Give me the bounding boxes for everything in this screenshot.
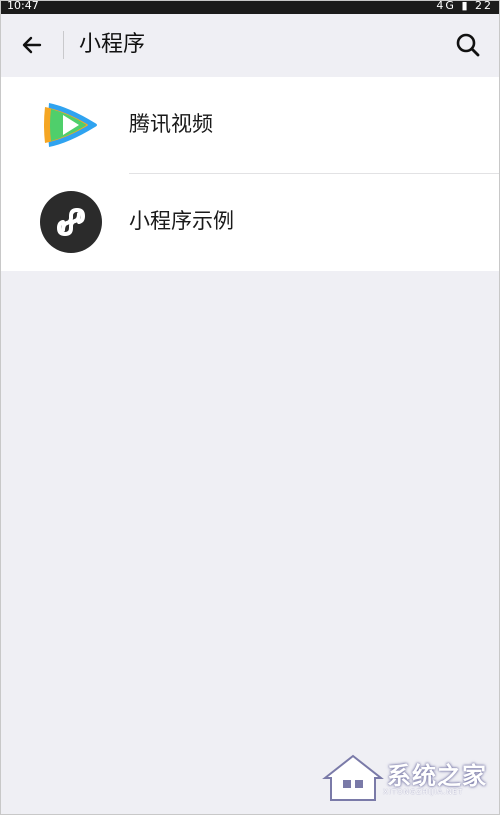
- watermark-text: 系统之家: [387, 762, 487, 790]
- mini-program-logo-icon: [40, 191, 102, 253]
- page-title: 小程序: [79, 32, 146, 57]
- mini-program-list: 腾讯视频 小程序示例: [1, 77, 499, 271]
- navigation-bar: 小程序: [1, 14, 499, 76]
- list-item-label: 腾讯视频: [129, 112, 213, 136]
- status-time: 10:47: [7, 0, 39, 12]
- tencent-video-logo-icon: [44, 103, 97, 147]
- search-icon: [456, 33, 480, 57]
- list-item-label: 小程序示例: [129, 209, 234, 233]
- status-indicators: 4G ▮ 22: [436, 0, 493, 12]
- list-item-tencent-video[interactable]: 腾讯视频: [1, 77, 499, 174]
- back-arrow-icon: [22, 36, 42, 54]
- watermark-subtext: XITONGZHIJIA.NET: [383, 788, 464, 796]
- list-item-mini-program-demo[interactable]: 小程序示例: [1, 174, 499, 271]
- search-button[interactable]: [451, 28, 485, 62]
- phone-screen: 10:47 4G ▮ 22 小程序 腾讯视频 小程序示例 系统之家 XITONG…: [0, 0, 500, 815]
- house-logo-icon: [322, 754, 384, 801]
- watermark: 系统之家 XITONGZHIJIA.NET: [321, 748, 491, 808]
- back-button[interactable]: [15, 28, 49, 62]
- nav-divider: [63, 31, 64, 59]
- status-bar: 10:47 4G ▮ 22: [1, 1, 499, 14]
